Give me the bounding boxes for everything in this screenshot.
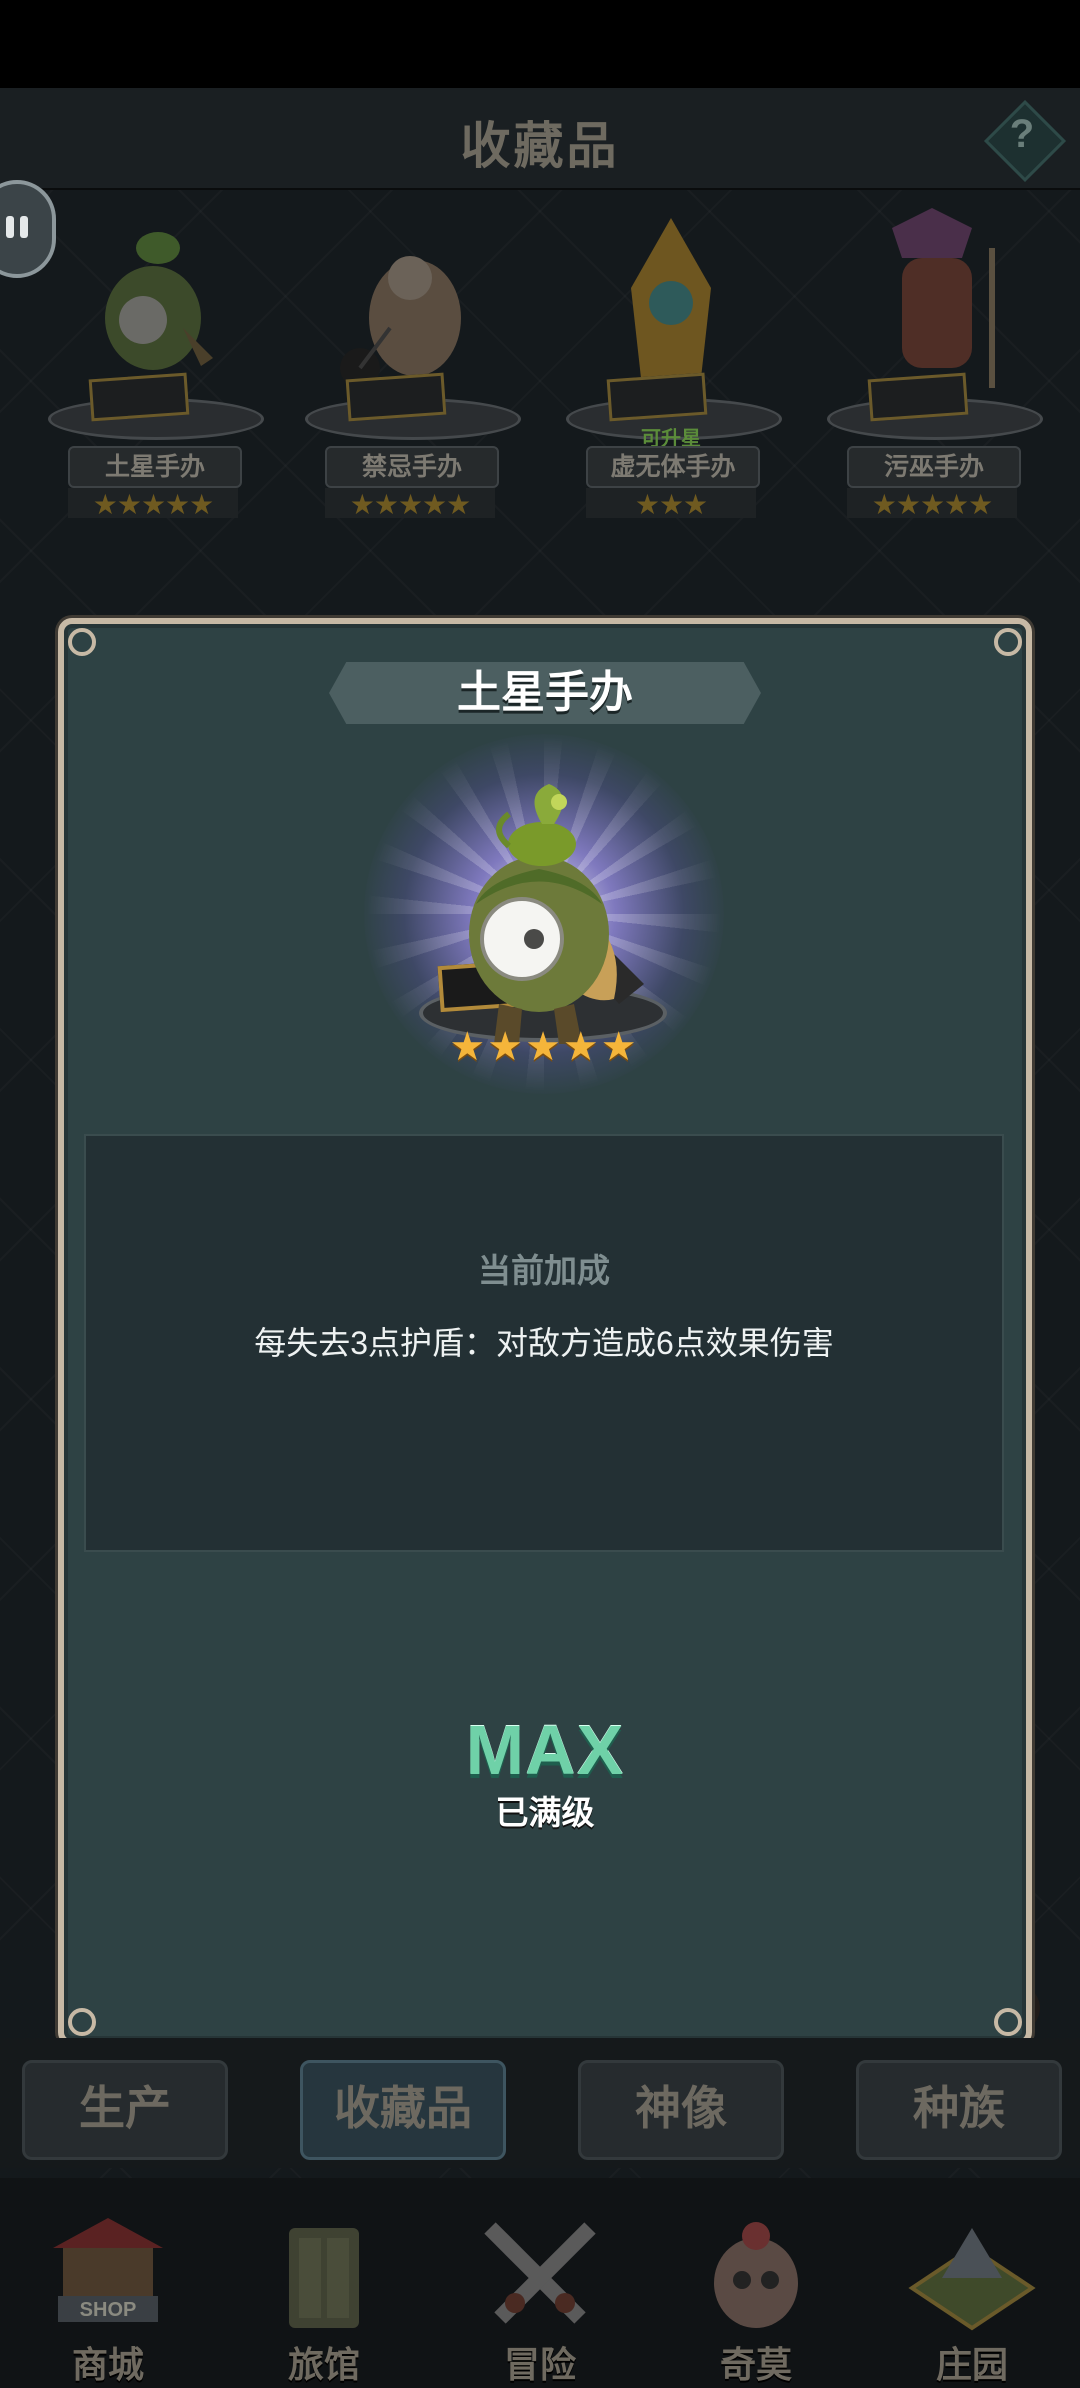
figurine-name: 禁忌手办 [325,446,499,488]
crossed-swords-icon [484,2222,596,2324]
nav-label: 庄园 [935,2344,1008,2385]
figurine-plate [88,372,190,422]
nav-label: 奇莫 [719,2344,792,2385]
max-level-label: MAX [465,1711,625,1789]
figurine-plate [606,372,708,422]
nav-inn[interactable]: 旅馆 [224,2198,424,2388]
help-button[interactable]: ? [983,99,1067,183]
figurine-card-forbidden[interactable]: 禁忌手办 ★★★★★ [295,198,525,528]
figurine-stars: ★★★★★ [847,488,1017,520]
collection-screen: 收藏品 ? 土星手办 ★★★★★ 禁忌手办 ★★★★★ 可升星 虚无体手办 ★★… [0,88,1080,2388]
saturn-figurine-icon [105,232,213,370]
tab-statues[interactable]: 神像 [578,2060,784,2160]
max-level-subtitle: 已满级 [495,1794,595,1831]
figurine-detail-dialog: 土星手办 ★★★★★ 当前加成 每失去3点护盾：对敌方造成6点效果伤害 MAX … [58,618,1032,2046]
figurine-plate [345,372,447,422]
bonus-title: 当前加成 [478,1252,610,1289]
figurine-card-saturn[interactable]: 土星手办 ★★★★★ [38,198,268,528]
dialog-title: 土星手办 [457,668,633,717]
figurine-plate [867,372,969,422]
nav-adventure[interactable]: 冒险 [440,2198,640,2388]
figurine-stars: ★★★ [586,488,756,520]
nav-label: 旅馆 [287,2344,360,2385]
status-bar [0,0,1080,88]
top-bar: 收藏品 ? [0,88,1080,190]
corner-ornament [68,2008,96,2036]
tab-production[interactable]: 生产 [22,2060,228,2160]
figurine-name: 污巫手办 [847,446,1021,488]
figurine-card-void[interactable]: 可升星 虚无体手办 ★★★ [556,198,786,528]
shop-icon: SHOP [53,2218,163,2322]
page-title: 收藏品 [460,118,620,174]
corner-ornament [68,628,96,656]
pause-icon [6,216,14,238]
bonus-description: 每失去3点护盾：对敌方造成6点效果伤害 [254,1325,834,1361]
nav-label: 商城 [71,2344,144,2385]
figurine-star-rating: ★★★★★ [449,1025,639,1069]
figurine-name: 土星手办 [68,446,242,488]
pet-icon [714,2222,798,2328]
tab-collectibles[interactable]: 收藏品 [300,2060,506,2160]
void-figurine-icon [631,218,711,378]
shop-sign-text: SHOP [80,2299,137,2321]
corner-ornament [994,2008,1022,2036]
pause-icon-bar [20,216,28,238]
inn-icon [289,2228,359,2328]
nav-label: 冒险 [503,2344,576,2385]
corner-ornament [994,628,1022,656]
nav-shop[interactable]: SHOP 商城 [8,2198,208,2388]
nav-manor[interactable]: 庄园 [872,2198,1072,2388]
figurine-stars: ★★★★★ [68,488,238,520]
figurine-stars: ★★★★★ [325,488,495,520]
figurine-name: 虚无体手办 [586,446,760,488]
bonus-panel: 当前加成 每失去3点护盾：对敌方造成6点效果伤害 [84,1134,1004,1552]
manor-icon [908,2228,1036,2331]
help-question-icon: ? [1009,112,1035,156]
forbidden-figurine-icon [340,256,461,388]
tab-races[interactable]: 种族 [856,2060,1062,2160]
nav-pets[interactable]: 奇莫 [656,2198,856,2388]
witch-figurine-icon [892,208,995,388]
figurine-card-witch[interactable]: 污巫手办 ★★★★★ [817,198,1047,528]
